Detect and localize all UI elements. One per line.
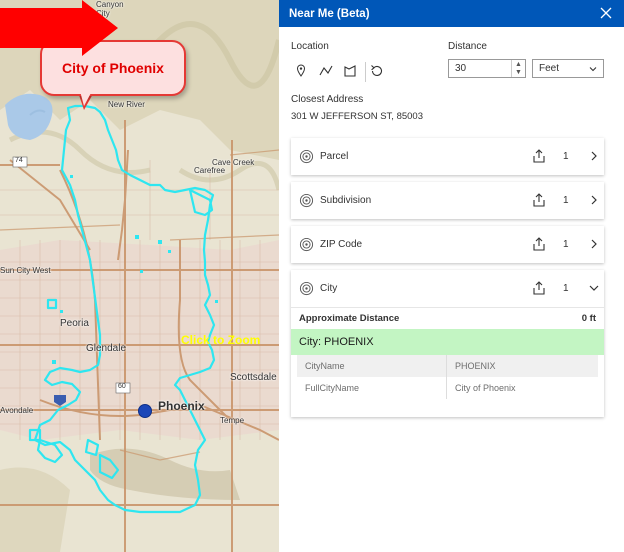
chevron-right-icon[interactable] bbox=[588, 238, 600, 250]
export-icon[interactable] bbox=[531, 148, 547, 164]
attribute-value: City of Phoenix bbox=[455, 383, 516, 393]
route-60-label: 60 bbox=[118, 383, 126, 390]
target-icon bbox=[299, 281, 314, 296]
export-icon[interactable] bbox=[531, 280, 547, 296]
layer-count: 1 bbox=[563, 151, 569, 162]
layer-name: Subdivision bbox=[320, 195, 372, 206]
close-icon[interactable] bbox=[598, 5, 614, 21]
attribute-key: FullCityName bbox=[297, 377, 447, 399]
layer-header-zip-code[interactable]: ZIP Code 1 bbox=[291, 226, 604, 263]
chevron-down-icon bbox=[589, 67, 597, 72]
increment-icon[interactable]: ▲ bbox=[512, 60, 525, 68]
layer-header-parcel[interactable]: Parcel 1 bbox=[291, 138, 604, 175]
closest-address-value: 301 W JEFFERSON ST, 85003 bbox=[291, 111, 423, 122]
selected-location-point[interactable] bbox=[138, 404, 152, 418]
table-row: CityName PHOENIX bbox=[297, 355, 598, 377]
distance-stepper[interactable]: ▲ ▼ bbox=[511, 60, 525, 77]
panel-body: Location Distance 30 ▲ ▼ Feet Closest Ad… bbox=[279, 27, 624, 552]
export-icon[interactable] bbox=[531, 236, 547, 252]
attribute-value: PHOENIX bbox=[455, 361, 496, 371]
map-label-scottsdale: Scottsdale bbox=[230, 372, 277, 383]
layer-name: City bbox=[320, 283, 338, 294]
layer-header-city[interactable]: City 1 bbox=[291, 270, 604, 307]
layer-card-subdivision: Subdivision 1 bbox=[291, 182, 604, 219]
layer-count: 1 bbox=[563, 283, 569, 294]
map-label-sun-city-west: Sun City West bbox=[0, 266, 51, 275]
callout-tail-fill bbox=[80, 91, 92, 106]
route-74-label: 74 bbox=[15, 157, 23, 164]
tool-separator bbox=[365, 62, 366, 82]
decrement-icon[interactable]: ▼ bbox=[512, 68, 525, 76]
closest-address-label: Closest Address bbox=[291, 94, 364, 105]
layer-card-parcel: Parcel 1 bbox=[291, 138, 604, 175]
callout-text: City of Phoenix bbox=[62, 60, 164, 76]
distance-label: Distance bbox=[448, 41, 487, 52]
map-label-tempe: Tempe bbox=[220, 416, 245, 425]
unit-value: Feet bbox=[539, 63, 560, 74]
map-label-avondale: Avondale bbox=[0, 406, 34, 415]
target-icon bbox=[299, 237, 314, 252]
city-detail: Approximate Distance 0 ft City: PHOENIX … bbox=[291, 307, 604, 407]
distance-input[interactable]: 30 ▲ ▼ bbox=[448, 59, 526, 78]
map-label-peoria: Peoria bbox=[60, 318, 89, 329]
city-result-banner[interactable]: City: PHOENIX bbox=[291, 329, 604, 355]
target-icon bbox=[299, 193, 314, 208]
layer-count: 1 bbox=[563, 195, 569, 206]
approx-distance-value: 0 ft bbox=[581, 313, 596, 324]
export-icon[interactable] bbox=[531, 192, 547, 208]
chevron-right-icon[interactable] bbox=[588, 150, 600, 162]
map-pin-icon[interactable] bbox=[293, 63, 309, 79]
target-icon bbox=[299, 149, 314, 164]
layer-name: Parcel bbox=[320, 151, 349, 162]
layer-count: 1 bbox=[563, 239, 569, 250]
layer-card-city: City 1 Approximate Distance 0 ft City: P… bbox=[291, 270, 604, 417]
panel-header: Near Me (Beta) bbox=[279, 0, 624, 27]
approx-distance-row: Approximate Distance 0 ft bbox=[291, 307, 604, 329]
polygon-icon[interactable] bbox=[342, 63, 358, 79]
chevron-down-icon[interactable] bbox=[588, 282, 600, 294]
layer-name: ZIP Code bbox=[320, 239, 363, 250]
distance-value: 30 bbox=[455, 63, 467, 74]
map-label-glendale: Glendale bbox=[86, 343, 127, 354]
polyline-icon[interactable] bbox=[318, 63, 334, 79]
approx-distance-label: Approximate Distance bbox=[299, 313, 400, 324]
zoom-hint-text: Click to Zoom bbox=[181, 333, 261, 347]
map-label-carefree: Carefree bbox=[194, 166, 226, 175]
chevron-right-icon[interactable] bbox=[588, 194, 600, 206]
map-label-phoenix: Phoenix bbox=[158, 399, 205, 413]
map-label-new-river: New River bbox=[108, 100, 145, 109]
zoom-hint-arrow bbox=[0, 0, 118, 56]
attribute-table: CityName PHOENIX FullCityName City of Ph… bbox=[297, 355, 598, 399]
near-me-panel: Near Me (Beta) Location Distance 30 ▲ ▼ bbox=[279, 0, 624, 552]
layer-header-subdivision[interactable]: Subdivision 1 bbox=[291, 182, 604, 219]
panel-title: Near Me (Beta) bbox=[289, 7, 370, 20]
attribute-key: CityName bbox=[297, 355, 447, 377]
reset-icon[interactable] bbox=[369, 63, 385, 79]
table-row: FullCityName City of Phoenix bbox=[297, 377, 598, 399]
layer-card-zip-code: ZIP Code 1 bbox=[291, 226, 604, 263]
location-label: Location bbox=[291, 41, 329, 52]
unit-select[interactable]: Feet bbox=[532, 59, 604, 78]
